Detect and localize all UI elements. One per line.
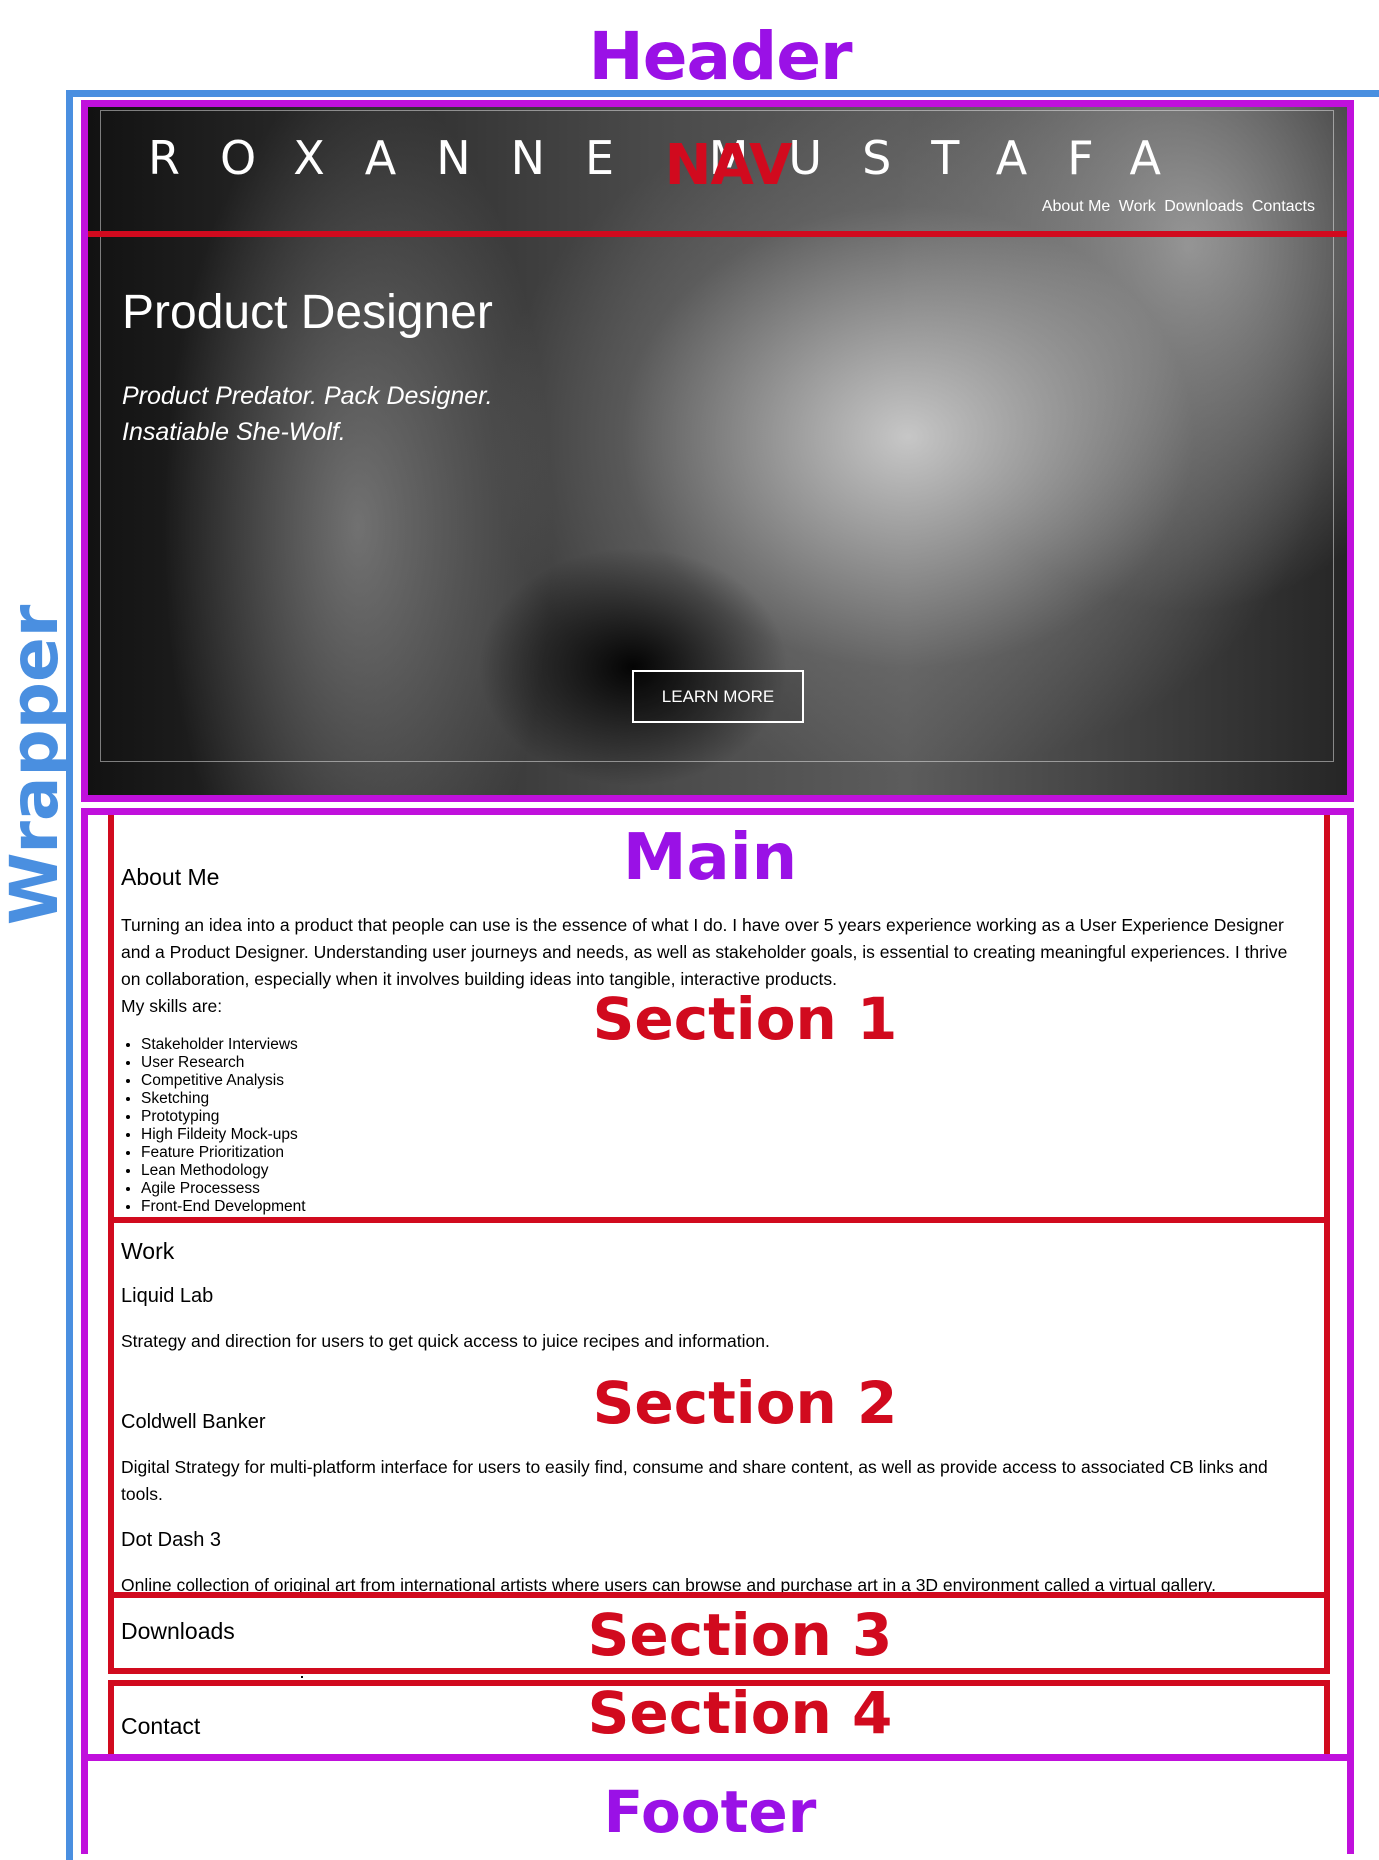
list-item: Prototyping	[141, 1108, 306, 1126]
main-annotation-label: Main	[622, 821, 798, 895]
section-2-annotation-label: Section 2	[592, 1369, 898, 1437]
list-item: Competitive Analysis	[141, 1072, 306, 1090]
list-item: Lean Methodology	[141, 1162, 306, 1180]
contact-heading: Contact	[121, 1713, 201, 1739]
learn-more-button[interactable]: LEARN MORE	[632, 670, 804, 723]
hero-tagline-line2: Insatiable She-Wolf.	[122, 418, 346, 446]
skills-list: Stakeholder Interviews User Research Com…	[121, 1036, 306, 1216]
nav-links: About Me Work Downloads Contacts	[1038, 196, 1315, 218]
downloads-heading: Downloads	[121, 1618, 235, 1644]
section-1-annotation-label: Section 1	[592, 985, 898, 1053]
stray-dot	[301, 1676, 303, 1678]
list-item: High Fildeity Mock-ups	[141, 1126, 306, 1144]
hero-tagline-line1: Product Predator. Pack Designer.	[122, 382, 493, 410]
list-item: Agile Processess	[141, 1180, 306, 1198]
hero-tagline: Product Predator. Pack Designer. Insatia…	[122, 378, 542, 454]
nav-link-downloads[interactable]: Downloads	[1164, 198, 1243, 215]
project-description: Digital Strategy for multi-platform inte…	[121, 1457, 1268, 1504]
list-item: Feature Prioritization	[141, 1144, 306, 1162]
about-paragraph: Turning an idea into a product that peop…	[121, 915, 1288, 989]
project-title: Liquid Lab	[121, 1285, 214, 1307]
project-title: Dot Dash 3	[121, 1529, 222, 1551]
footer-annotation-label: Footer	[603, 1778, 817, 1846]
list-item: Stakeholder Interviews	[141, 1036, 306, 1054]
nav-link-about[interactable]: About Me	[1042, 198, 1110, 215]
nav-annotation-label: NAV	[664, 133, 793, 198]
project-description: Online collection of original art from i…	[121, 1575, 1216, 1592]
work-heading: Work	[121, 1238, 175, 1264]
project-description: Strategy and direction for users to get …	[121, 1331, 770, 1351]
header-annotation-label: Header	[588, 18, 852, 95]
list-item: Front-End Development	[141, 1198, 306, 1216]
wrapper-annotation-label: Wrapper	[0, 604, 73, 926]
section-3-annotation-label: Section 3	[587, 1601, 893, 1669]
about-heading: About Me	[121, 864, 220, 890]
list-item: User Research	[141, 1054, 306, 1072]
hero-title: Product Designer	[122, 286, 493, 339]
section-4-annotation-label: Section 4	[587, 1679, 893, 1747]
nav-link-contacts[interactable]: Contacts	[1252, 198, 1315, 215]
list-item: Sketching	[141, 1090, 306, 1108]
project-title: Coldwell Banker	[121, 1411, 266, 1433]
nav-link-work[interactable]: Work	[1119, 198, 1156, 215]
